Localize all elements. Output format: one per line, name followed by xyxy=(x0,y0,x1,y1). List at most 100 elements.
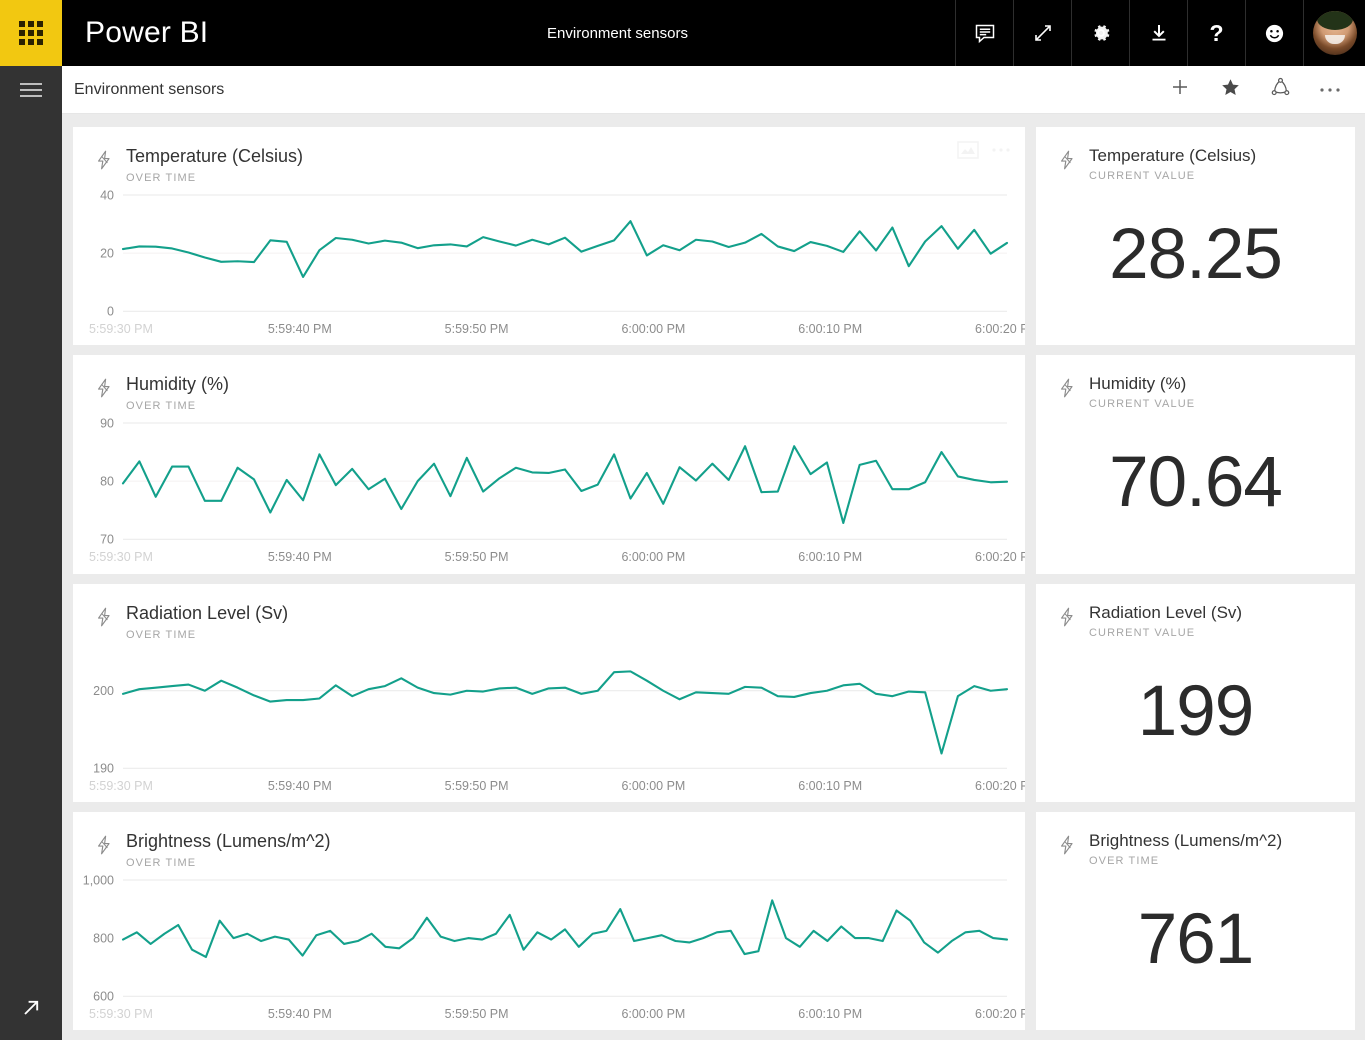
tile-header: Temperature (Celsius)OVER TIME xyxy=(73,127,1025,185)
kpi-title: Brightness (Lumens/m^2) xyxy=(1089,830,1282,852)
kpi-title-group: Radiation Level (Sv)CURRENT VALUE xyxy=(1089,602,1242,639)
lightning-bolt-icon xyxy=(1056,834,1078,861)
focus-mode-icon[interactable] xyxy=(957,141,979,159)
user-avatar-button[interactable] xyxy=(1303,0,1365,66)
tile-temperature[interactable]: Temperature (Celsius)OVER TIME020405:59:… xyxy=(73,127,1025,345)
kpi-card-humidity[interactable]: Humidity (%) CURRENT VALUE 70.64 xyxy=(1036,355,1355,573)
kpi-card-brightness[interactable]: Brightness (Lumens/m^2)OVER TIME 761 xyxy=(1036,812,1355,1030)
svg-text:5:59:30 PM: 5:59:30 PM xyxy=(89,1007,153,1021)
feedback-icon-button[interactable] xyxy=(955,0,1013,66)
kpi-subtitle: CURRENT VALUE xyxy=(1089,398,1195,410)
tile-title: Brightness (Lumens/m^2) xyxy=(126,830,331,853)
tile-hover-actions xyxy=(957,141,1011,159)
kpi-subtitle: CURRENT VALUE xyxy=(1089,170,1256,182)
svg-text:80: 80 xyxy=(100,475,114,489)
svg-text:5:59:40 PM: 5:59:40 PM xyxy=(268,550,332,564)
line-chart-brightness: 6008001,0005:59:30 PM5:59:40 PM5:59:50 P… xyxy=(73,870,1025,1030)
help-icon: ? xyxy=(1209,22,1223,45)
favorite-button[interactable] xyxy=(1217,77,1243,103)
tile-more-options-icon[interactable] xyxy=(991,146,1011,154)
kpi-header: Temperature (Celsius)CURRENT VALUE xyxy=(1036,127,1355,182)
kpi-value-container: 70.64 xyxy=(1036,410,1355,573)
kpi-title: Humidity (%) xyxy=(1089,373,1195,395)
tile-title: Temperature (Celsius) xyxy=(126,145,303,168)
kpi-title-group: Brightness (Lumens/m^2)OVER TIME xyxy=(1089,830,1282,867)
kpi-header: Radiation Level (Sv)CURRENT VALUE xyxy=(1036,584,1355,639)
kpi-card-temperature[interactable]: Temperature (Celsius)CURRENT VALUE 28.25 xyxy=(1036,127,1355,345)
svg-text:6:00:00 PM: 6:00:00 PM xyxy=(621,779,685,793)
svg-text:200: 200 xyxy=(93,684,114,698)
svg-text:5:59:40 PM: 5:59:40 PM xyxy=(268,779,332,793)
dashboard-canvas: Temperature (Celsius)OVER TIME020405:59:… xyxy=(62,114,1365,1040)
dashboard-header-bar: Environment sensors xyxy=(0,66,1365,114)
kpi-value-container: 761 xyxy=(1036,867,1355,1030)
chart-humidity: 7080905:59:30 PM5:59:40 PM5:59:50 PM6:00… xyxy=(73,413,1025,573)
topbar-spacer xyxy=(208,0,955,66)
tile-title-group: Humidity (%)OVER TIME xyxy=(126,373,229,413)
svg-text:5:59:50 PM: 5:59:50 PM xyxy=(445,1007,509,1021)
svg-text:6:00:20 PM: 6:00:20 PM xyxy=(975,1007,1025,1021)
share-button[interactable] xyxy=(1267,77,1293,103)
tile-subtitle: OVER TIME xyxy=(126,399,229,413)
svg-text:6:00:00 PM: 6:00:00 PM xyxy=(621,550,685,564)
dashboard-actions xyxy=(1167,77,1365,103)
kpi-title-group: Temperature (Celsius)CURRENT VALUE xyxy=(1089,145,1256,182)
download-icon-button[interactable] xyxy=(1129,0,1187,66)
svg-text:6:00:00 PM: 6:00:00 PM xyxy=(621,1007,685,1021)
topbar-actions: ? xyxy=(955,0,1365,66)
kpi-value: 28.25 xyxy=(1109,219,1282,290)
line-chart-temperature: 020405:59:30 PM5:59:40 PM5:59:50 PM6:00:… xyxy=(73,185,1025,345)
svg-text:6:00:10 PM: 6:00:10 PM xyxy=(798,322,862,336)
kpi-card-radiation[interactable]: Radiation Level (Sv)CURRENT VALUE199 xyxy=(1036,584,1355,802)
chart-radiation: 190 200 5:59:30 PM 5:59:40 PM 5:59:50 PM 6:00… xyxy=(73,642,1025,802)
waffle-grid-icon xyxy=(19,21,43,45)
share-icon xyxy=(1270,77,1291,103)
svg-text:600: 600 xyxy=(93,989,114,1003)
svg-text:6:00:00 PM: 6:00:00 PM xyxy=(621,322,685,336)
favorite-star-icon xyxy=(1220,77,1241,103)
top-navigation-bar: Power BI Environment sensors xyxy=(0,0,1365,66)
app-launcher-button[interactable] xyxy=(0,0,62,66)
settings-icon-button[interactable] xyxy=(1071,0,1129,66)
svg-text:6:00:20 PM: 6:00:20 PM xyxy=(975,779,1025,793)
chart-tile-column: Temperature (Celsius)OVER TIME020405:59:… xyxy=(73,127,1025,1030)
tile-title-group: Temperature (Celsius)OVER TIME xyxy=(126,145,303,185)
help-icon-button[interactable]: ? xyxy=(1187,0,1245,66)
svg-text:190: 190 xyxy=(93,761,114,775)
smiley-icon-button[interactable] xyxy=(1245,0,1303,66)
svg-text:1,000: 1,000 xyxy=(83,873,114,887)
expand-icon xyxy=(1032,22,1054,44)
svg-text:5:59:40 PM: 5:59:40 PM xyxy=(268,322,332,336)
svg-text:5:59:50 PM: 5:59:50 PM xyxy=(445,779,509,793)
kpi-subtitle: CURRENT VALUE xyxy=(1089,627,1242,639)
chart-brightness: 6008001,0005:59:30 PM5:59:40 PM5:59:50 P… xyxy=(73,870,1025,1030)
svg-text:6:00:20 PM: 6:00:20 PM xyxy=(975,550,1025,564)
gear-icon xyxy=(1090,22,1112,44)
kpi-header: Humidity (%) CURRENT VALUE xyxy=(1036,355,1355,410)
expand-navigation-button[interactable] xyxy=(0,995,62,1026)
navigation-menu-button[interactable] xyxy=(0,66,62,114)
svg-text:5:59:30 PM: 5:59:30 PM xyxy=(89,550,153,564)
kpi-value-container: 28.25 xyxy=(1036,182,1355,345)
fullscreen-icon-button[interactable] xyxy=(1013,0,1071,66)
add-tile-button[interactable] xyxy=(1167,77,1193,103)
tile-radiation[interactable]: Radiation Level (Sv)OVER TIME1902005:59:… xyxy=(73,584,1025,802)
kpi-value: 761 xyxy=(1138,904,1253,975)
tile-subtitle: OVER TIME xyxy=(126,628,288,642)
brand-title: Power BI xyxy=(62,0,208,66)
kpi-value: 70.64 xyxy=(1109,447,1282,518)
more-options-button[interactable] xyxy=(1317,77,1343,103)
tile-brightness[interactable]: Brightness (Lumens/m^2)OVER TIME6008001,… xyxy=(73,812,1025,1030)
kpi-title-group: Humidity (%) CURRENT VALUE xyxy=(1089,373,1195,410)
svg-text:20: 20 xyxy=(100,247,114,261)
lightning-bolt-icon xyxy=(93,377,115,404)
kpi-card-column: Temperature (Celsius)CURRENT VALUE 28.25 H… xyxy=(1036,127,1355,1030)
lightning-bolt-icon xyxy=(93,606,115,633)
svg-text:90: 90 xyxy=(100,417,114,431)
chart-temperature: 020405:59:30 PM5:59:40 PM5:59:50 PM6:00:… xyxy=(73,185,1025,345)
tile-header: Brightness (Lumens/m^2)OVER TIME xyxy=(73,812,1025,870)
smiley-icon xyxy=(1263,22,1286,45)
svg-text:5:59:30 PM: 5:59:30 PM xyxy=(89,779,153,793)
powerbi-dashboard-app: Power BI Environment sensors xyxy=(0,0,1365,1040)
tile-humidity[interactable]: Humidity (%)OVER TIME7080905:59:30 PM5:5… xyxy=(73,355,1025,573)
